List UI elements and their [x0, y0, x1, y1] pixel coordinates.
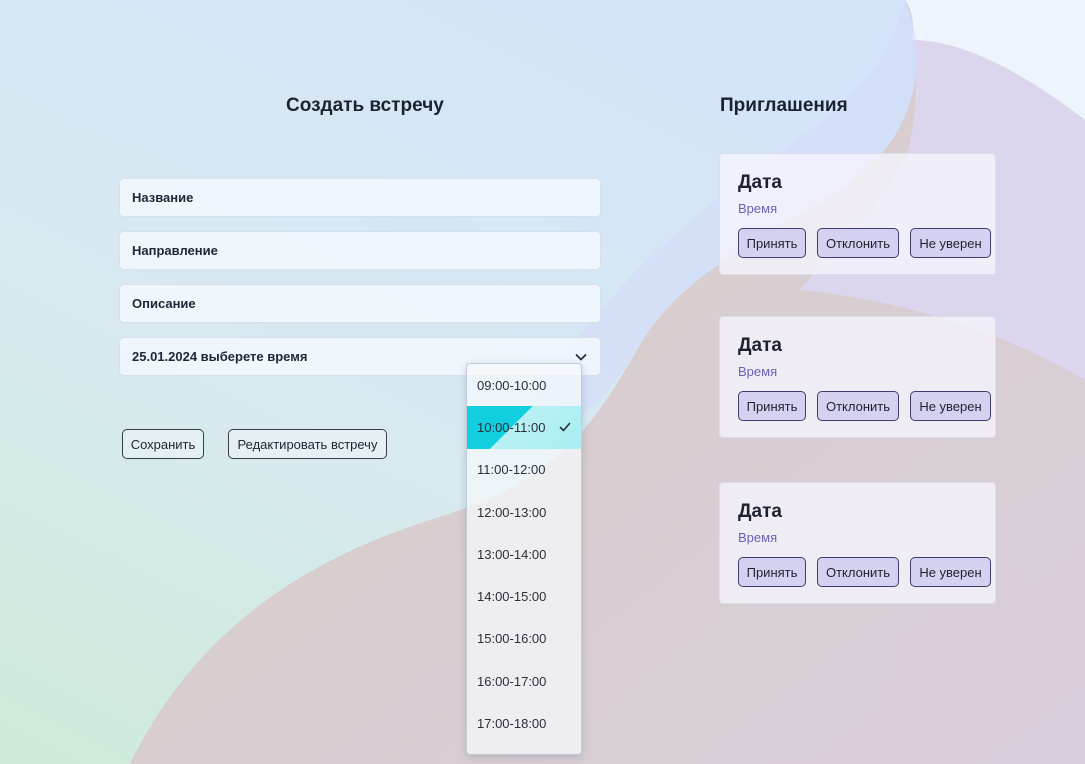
time-option-label: 14:00-15:00 — [477, 589, 547, 605]
time-option[interactable]: 09:00-10:00 — [467, 364, 581, 406]
invitation-card: Дата Время Принять Отклонить Не уверен — [719, 153, 996, 275]
time-option-selected[interactable]: 10:00-11:00 — [467, 406, 581, 449]
meeting-name-field[interactable]: Название — [119, 178, 601, 217]
invitation-card: Дата Время Принять Отклонить Не уверен — [719, 482, 996, 604]
invitation-time: Время — [738, 364, 778, 379]
meeting-direction-field[interactable]: Направление — [119, 231, 601, 270]
edit-meeting-button[interactable]: Редактировать встречу — [228, 429, 387, 459]
invitation-date: Дата — [738, 335, 782, 356]
time-option[interactable]: 16:00-17:00 — [467, 660, 581, 702]
checkmark-icon — [559, 421, 571, 433]
chevron-down-icon[interactable] — [574, 350, 588, 364]
time-option[interactable]: 14:00-15:00 — [467, 575, 581, 617]
time-option-label: 15:00-16:00 — [477, 631, 547, 647]
time-option[interactable]: 17:00-18:00 — [467, 702, 581, 744]
meeting-description-field[interactable]: Описание — [119, 284, 601, 323]
meeting-name-label: Название — [132, 190, 194, 205]
time-option-label: 10:00-11:00 — [477, 419, 546, 435]
time-option[interactable]: 13:00-14:00 — [467, 533, 581, 575]
unsure-button[interactable]: Не уверен — [910, 228, 991, 258]
save-button[interactable]: Сохранить — [122, 429, 204, 459]
time-option[interactable]: 12:00-13:00 — [467, 491, 581, 533]
accept-button[interactable]: Принять — [738, 391, 806, 421]
meeting-direction-label: Направление — [132, 243, 218, 258]
time-dropdown-menu: 09:00-10:00 10:00-11:00 11:00-12:00 12:0… — [466, 363, 582, 755]
page: Создать встречу Приглашения Название Нап… — [0, 0, 1085, 764]
invitations-title: Приглашения — [720, 95, 848, 116]
unsure-button[interactable]: Не уверен — [910, 391, 991, 421]
invitation-date: Дата — [738, 172, 782, 193]
unsure-button[interactable]: Не уверен — [910, 557, 991, 587]
invitation-card: Дата Время Принять Отклонить Не уверен — [719, 316, 996, 438]
invitation-time: Время — [738, 530, 778, 545]
time-option-label: 17:00-18:00 — [477, 716, 547, 732]
decline-button[interactable]: Отклонить — [817, 557, 899, 587]
datetime-select-value: 25.01.2024 выберете время — [132, 349, 308, 364]
time-option-label: 13:00-14:00 — [477, 546, 547, 562]
time-option-label: 16:00-17:00 — [477, 673, 547, 689]
create-meeting-title: Создать встречу — [286, 95, 444, 116]
time-option[interactable]: 11:00-12:00 — [467, 449, 581, 491]
decline-button[interactable]: Отклонить — [817, 228, 899, 258]
time-option-label: 09:00-10:00 — [477, 377, 547, 393]
decline-button[interactable]: Отклонить — [817, 391, 899, 421]
invitation-time: Время — [738, 201, 778, 216]
time-option-label: 12:00-13:00 — [477, 504, 547, 520]
accept-button[interactable]: Принять — [738, 228, 806, 258]
accept-button[interactable]: Принять — [738, 557, 806, 587]
invitation-date: Дата — [738, 501, 782, 522]
time-option[interactable]: 15:00-16:00 — [467, 618, 581, 660]
meeting-description-label: Описание — [132, 296, 196, 311]
time-option-label: 11:00-12:00 — [477, 462, 546, 478]
